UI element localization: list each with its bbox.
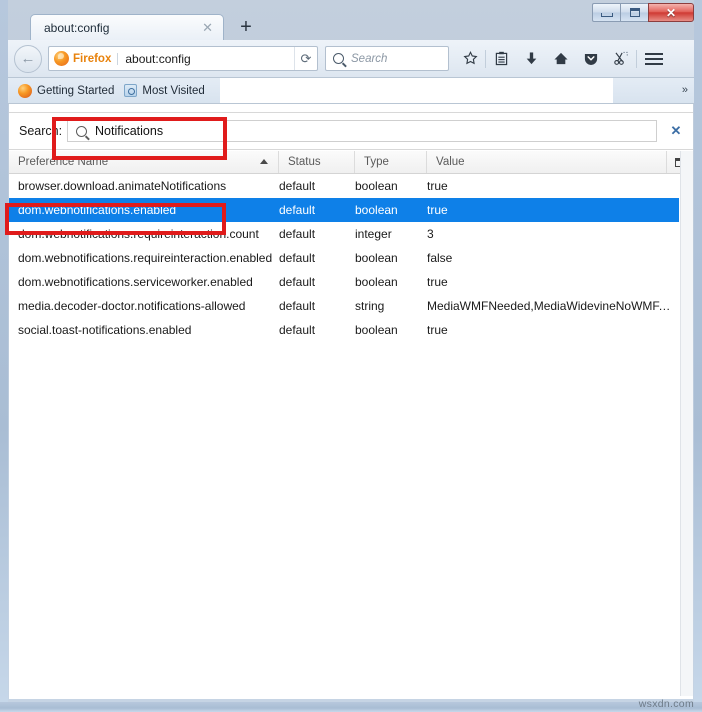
preference-name: dom.webnotifications.enabled (18, 203, 177, 217)
column-header-value[interactable]: Value (427, 151, 667, 173)
preference-name: dom.webnotifications.requireinteraction.… (18, 227, 259, 241)
tab-strip: about:config ✕ + (8, 14, 694, 40)
preference-name: dom.webnotifications.requireinteraction.… (18, 251, 273, 265)
bookmark-getting-started[interactable]: Getting Started (18, 83, 115, 98)
table-row[interactable]: dom.webnotifications.serviceworker.enabl… (9, 270, 679, 294)
preference-value: 3 (427, 227, 434, 241)
preference-value: MediaWMFNeeded,MediaWidevineNoWMF,Media.… (427, 299, 679, 313)
new-tab-button[interactable]: + (234, 15, 258, 39)
config-search-input[interactable]: Notifications (67, 120, 657, 142)
firefox-logo-icon (54, 51, 69, 66)
window-frame-right (694, 0, 702, 712)
about-config-page: Search: Notifications ✕ Preference Name … (9, 104, 693, 699)
downloads-icon[interactable] (516, 45, 546, 73)
window-frame-bottom (0, 702, 702, 712)
hamburger-line (645, 52, 663, 55)
hamburger-menu-icon[interactable] (645, 45, 671, 73)
bookmark-label: Getting Started (37, 84, 115, 97)
preference-name: social.toast-notifications.enabled (18, 323, 192, 337)
preference-status: default (279, 275, 316, 289)
config-search-value: Notifications (95, 124, 164, 138)
search-label: Search: (19, 124, 63, 138)
firefox-brand-label: Firefox (73, 52, 119, 65)
bookmark-most-visited[interactable]: Most Visited (124, 84, 205, 97)
preference-type: integer (355, 227, 392, 241)
column-header-label: Status (288, 156, 321, 168)
preference-type: boolean (355, 323, 398, 337)
column-header-label: Type (364, 156, 389, 168)
hamburger-line (645, 57, 663, 60)
most-visited-icon (124, 84, 138, 97)
table-row[interactable]: media.decoder-doctor.notifications-allow… (9, 294, 679, 318)
table-row[interactable]: social.toast-notifications.enabled defau… (9, 318, 679, 342)
preference-name: dom.webnotifications.serviceworker.enabl… (18, 275, 253, 289)
preference-value: true (427, 203, 448, 217)
preference-name: browser.download.animateNotifications (18, 179, 227, 193)
preference-value: true (427, 179, 448, 193)
column-header-preference-name[interactable]: Preference Name (9, 151, 279, 173)
home-icon[interactable] (546, 45, 576, 73)
preference-type: boolean (355, 179, 398, 193)
preference-status: default (279, 251, 316, 265)
sort-ascending-icon (260, 159, 268, 164)
preference-status: default (279, 203, 316, 217)
search-icon (76, 125, 87, 137)
column-header-type[interactable]: Type (355, 151, 427, 173)
preference-status: default (279, 323, 316, 337)
column-header-status[interactable]: Status (279, 151, 355, 173)
browser-window: ✕ about:config ✕ + ← Firefox about:confi… (0, 0, 702, 712)
back-arrow-icon: ← (20, 50, 36, 67)
bookmark-label: Most Visited (142, 84, 205, 97)
config-search-row: Search: Notifications ✕ (9, 112, 693, 150)
preference-type: boolean (355, 251, 398, 265)
url-input[interactable]: about:config (125, 52, 294, 66)
window-frame-left (0, 0, 8, 712)
table-row[interactable]: browser.download.animateNotifications de… (9, 174, 679, 198)
watermark: wsxdn.com (638, 698, 694, 710)
table-row-selected[interactable]: dom.webnotifications.enabled default boo… (9, 198, 679, 222)
preference-type: boolean (355, 203, 398, 217)
column-header-label: Preference Name (18, 156, 109, 168)
column-header-label: Value (436, 156, 465, 168)
pocket-icon[interactable] (576, 45, 606, 73)
table-row[interactable]: dom.webnotifications.requireinteraction.… (9, 246, 679, 270)
url-bar[interactable]: Firefox about:config ⟳ (48, 46, 318, 71)
toolbar-separator-2 (636, 49, 637, 68)
bookmarks-overflow-chevron-icon[interactable]: » (682, 78, 688, 103)
preferences-table-header: Preference Name Status Type Value (9, 151, 693, 174)
library-icon[interactable] (486, 45, 516, 73)
preference-type: boolean (355, 275, 398, 289)
toolbar-icons (455, 45, 671, 73)
preference-type: string (355, 299, 385, 313)
preference-value: true (427, 275, 448, 289)
preference-name: media.decoder-doctor.notifications-allow… (18, 299, 246, 313)
table-row[interactable]: dom.webnotifications.requireinteraction.… (9, 222, 679, 246)
back-button[interactable]: ← (14, 44, 42, 73)
search-icon (333, 53, 344, 64)
reload-icon[interactable]: ⟳ (294, 47, 317, 70)
preference-status: default (279, 179, 316, 193)
preference-status: default (279, 299, 316, 313)
preference-value: true (427, 323, 448, 337)
preferences-table-body: browser.download.animateNotifications de… (9, 174, 679, 694)
preference-value: false (427, 251, 453, 265)
preferences-scrollbar[interactable] (680, 151, 693, 696)
search-placeholder: Search (351, 52, 388, 65)
navigation-toolbar: ← Firefox about:config ⟳ Search (8, 40, 694, 78)
tab-label: about:config (44, 20, 110, 35)
hamburger-line (645, 62, 663, 65)
bookmarks-toolbar: Getting Started Most Visited » (8, 78, 694, 104)
clear-search-icon[interactable]: ✕ (663, 123, 689, 139)
bookmarks-empty-area (220, 78, 613, 103)
tab-close-icon[interactable]: ✕ (202, 21, 213, 34)
bookmark-star-icon[interactable] (455, 45, 485, 73)
firefox-icon (18, 83, 32, 98)
toolbar-search-box[interactable]: Search (325, 46, 449, 71)
screenshot-scissors-icon[interactable] (606, 45, 636, 73)
tab-about-config[interactable]: about:config ✕ (30, 14, 224, 40)
preference-status: default (279, 227, 316, 241)
